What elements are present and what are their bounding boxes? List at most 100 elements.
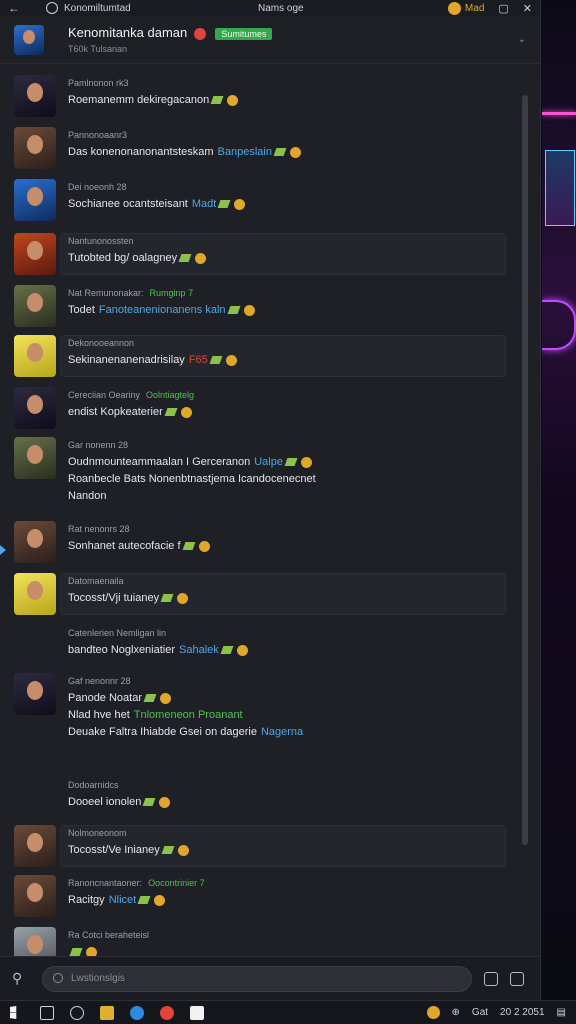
browser-icon[interactable] [130,1005,144,1020]
message-author[interactable]: Dekonooeannon [68,338,134,348]
message-item[interactable]: Ra Cotci beraheteisl [0,927,530,956]
message-item[interactable]: Dodoarnidcs Dooeel ionolen [0,777,530,823]
mention-link[interactable]: Sahalek [179,644,219,656]
emoji-icon[interactable] [143,694,157,703]
emoji-icon[interactable] [178,254,192,263]
message-author[interactable]: Catenlerien Nemligan lin [68,628,166,638]
emoji-icon[interactable] [209,356,223,365]
mention-link[interactable]: Madt [192,198,216,210]
emoji-face-icon[interactable] [195,252,207,264]
message-item[interactable]: Pannonoaanr3 Das konenonanonantsteskam Ban… [0,127,530,173]
emoji-face-icon[interactable] [159,796,171,808]
avatar[interactable] [14,335,56,377]
user-badge[interactable]: Mad [447,1,484,15]
avatar[interactable] [14,75,56,117]
avatar[interactable] [14,387,56,429]
message-author[interactable]: Rat nenonrs 28 [68,524,130,534]
back-arrow-icon[interactable]: ← [8,1,22,15]
windows-start-icon[interactable] [10,1006,17,1019]
message-item[interactable]: Nat Remunonakar: Rumginp 7 Todet Fanoteanen… [0,285,530,331]
emoji-icon[interactable] [273,148,287,157]
message-item[interactable]: Ranoncnantaoner: Oocontrinier 7 Racitgy Nli… [0,875,530,921]
message-item[interactable]: Dekonooeannon Sekinanenanenadrisilay F65 [0,335,530,381]
avatar[interactable] [14,285,56,327]
gif-icon[interactable] [510,971,524,986]
folder-icon[interactable] [100,1005,114,1020]
mention-link[interactable]: Nagerna [261,726,303,738]
emoji-face-icon[interactable] [236,644,248,656]
mention-link[interactable]: Ualpe [254,456,283,468]
emoji-icon[interactable] [227,306,240,315]
message-item[interactable]: Nantunonossten Tutobted bg/ oalagney [0,233,530,279]
message-author[interactable]: Ra Cotci beraheteisl [68,930,149,940]
message-author[interactable]: Dodoarnidcs [68,780,119,790]
message-item[interactable]: Rat nenonrs 28 Sonhanet autecofacie f [0,521,530,567]
message-item[interactable]: Cereciian Oeariny Oolntiagtelg endist Kopk… [0,387,530,433]
avatar[interactable] [14,927,56,956]
app-red-icon[interactable] [160,1005,174,1020]
avatar[interactable] [14,573,56,615]
minimize-icon[interactable]: ▢ [498,2,508,15]
avatar[interactable] [14,127,56,169]
emoji-icon[interactable] [164,408,178,417]
emoji-face-icon[interactable] [177,844,189,856]
message-author[interactable]: Nantunonossten [68,236,134,246]
emoji-face-icon[interactable] [154,894,166,906]
message-author[interactable]: Nolmoneonom [68,828,127,838]
message-author[interactable]: Datomaenaila [68,576,124,586]
message-author[interactable]: Cereciian Oeariny Oolntiagtelg [68,390,194,400]
emoji-icon[interactable] [284,458,298,467]
close-icon[interactable]: ✕ [523,2,532,15]
emoji-icon[interactable] [142,798,156,807]
emoji-face-icon[interactable] [177,592,189,604]
emoji-face-icon[interactable] [234,198,246,210]
message-author[interactable]: Dei noeonh 28 [68,182,127,192]
emoji-icon[interactable] [182,542,195,551]
sticker-icon[interactable] [484,971,498,986]
message-author[interactable]: Gaf nenonnr 28 [68,676,131,686]
message-author[interactable]: Nat Remunonakar: Rumginp 7 [68,288,193,298]
emoji-face-icon[interactable] [180,406,192,418]
message-list[interactable]: Pamlnonon rk3 Roemanemm dekiregacanon Pann… [0,65,530,956]
avatar[interactable] [14,825,56,867]
message-item[interactable]: Datomaenaila Tocosst/Vji tuianey [0,573,530,619]
message-item[interactable]: Gar nonenn 28 Oudnmounteammaalan I Gercer… [0,437,530,502]
emoji-face-icon[interactable] [160,692,171,704]
emoji-face-icon[interactable] [198,540,210,552]
avatar[interactable] [14,673,56,715]
tray-language[interactable]: Gat [472,1007,488,1018]
emoji-icon[interactable] [210,96,224,105]
message-item[interactable]: Gaf nenonnr 28 Panode Noatar Nlad hve het T… [0,673,530,738]
emoji-face-icon[interactable] [300,456,312,468]
emoji-icon[interactable] [160,594,174,603]
emoji-icon[interactable] [137,896,151,905]
message-item[interactable]: Dei noeonh 28 Sochianee ocantsteisant Madt [0,179,530,225]
message-input[interactable]: Lwstionslgis [42,965,472,992]
message-item[interactable]: Catenlerien Nemligan lin bandteo Noglxeni… [0,625,530,671]
mention-link[interactable]: Fanoteanenionanens kaln [99,304,226,316]
emoji-face-icon[interactable] [289,146,301,158]
mention-link[interactable]: Nlicet [109,894,137,906]
store-icon[interactable] [190,1005,204,1020]
message-item[interactable]: Nolmoneonom Tocosst/Ve Inianey [0,825,530,871]
message-author[interactable]: Gar nonenn 28 [68,440,128,450]
avatar[interactable] [14,179,56,221]
avatar[interactable] [14,875,56,917]
message-item[interactable]: Pamlnonon rk3 Roemanemm dekiregacanon [0,75,530,121]
channel-avatar[interactable] [14,24,44,55]
mention-link[interactable]: Banpeslain [218,146,272,158]
emoji-face-icon[interactable] [86,946,97,956]
avatar[interactable] [14,233,56,275]
avatar[interactable] [14,437,56,479]
message-author[interactable]: Pamlnonon rk3 [68,78,129,88]
emoji-face-icon[interactable] [225,354,237,366]
search-circle-icon[interactable] [70,1005,84,1020]
tray-globe-icon[interactable]: ⊕ [452,1007,460,1018]
emoji-face-icon[interactable] [243,304,255,316]
chevron-down-icon[interactable]: ⌄ [518,34,526,45]
message-author[interactable]: Ranoncnantaoner: Oocontrinier 7 [68,878,205,888]
add-attachment-icon[interactable]: ⚲ [12,970,40,987]
green-mention[interactable]: Tnlomeneon Proanant [134,709,243,721]
tray-coin-icon[interactable] [426,1006,440,1019]
message-author[interactable]: Pannonoaanr3 [68,130,127,140]
